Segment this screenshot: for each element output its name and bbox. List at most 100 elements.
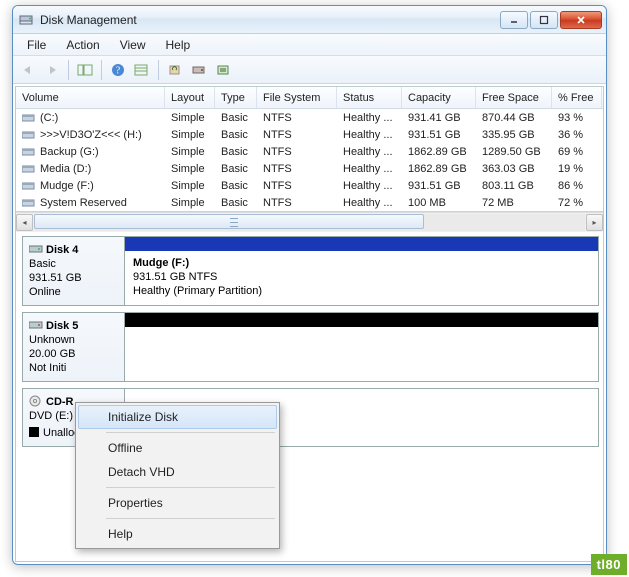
close-button[interactable] (560, 11, 602, 29)
column-capacity[interactable]: Capacity (402, 87, 476, 108)
unallocated-legend-icon (29, 427, 39, 437)
context-detach-vhd[interactable]: Detach VHD (78, 460, 277, 484)
rescan-icon[interactable] (188, 59, 210, 81)
cell-fs: NTFS (257, 179, 337, 193)
disk-row-disk4[interactable]: Disk 4 Basic 931.51 GB Online Mudge (F:)… (22, 236, 599, 306)
cell-pct: 69 % (552, 145, 602, 159)
settings-list-icon[interactable] (131, 59, 153, 81)
forward-button[interactable] (41, 59, 63, 81)
help-icon[interactable]: ? (107, 59, 129, 81)
scroll-thumb[interactable] (34, 214, 424, 229)
column-type[interactable]: Type (215, 87, 257, 108)
maximize-button[interactable] (530, 11, 558, 29)
horizontal-scrollbar[interactable]: ◂ ▸ (16, 212, 603, 232)
scroll-track[interactable] (34, 214, 585, 231)
table-header: Volume Layout Type File System Status Ca… (16, 87, 603, 109)
table-row[interactable]: (C:)SimpleBasicNTFSHealthy ...931.41 GB8… (16, 109, 603, 126)
disk-icon (29, 319, 43, 331)
cell-type: Basic (215, 145, 257, 159)
table-row[interactable]: Mudge (F:)SimpleBasicNTFSHealthy ...931.… (16, 177, 603, 194)
cell-capacity: 1862.89 GB (402, 162, 476, 176)
menu-file[interactable]: File (17, 35, 56, 55)
partition-header (125, 237, 598, 251)
cell-pct: 86 % (552, 179, 602, 193)
volume-icon (22, 180, 36, 192)
volume-icon (22, 197, 36, 209)
volume-icon (22, 129, 36, 141)
cell-fs: NTFS (257, 145, 337, 159)
table-row[interactable]: Backup (G:)SimpleBasicNTFSHealthy ...186… (16, 143, 603, 160)
context-properties[interactable]: Properties (78, 491, 277, 515)
cell-pct: 93 % (552, 111, 602, 125)
back-button[interactable] (17, 59, 39, 81)
volume-name: Backup (G:) (40, 146, 99, 158)
disk-size: 20.00 GB (29, 347, 118, 361)
partition-detail: 931.51 GB NTFS (133, 270, 590, 284)
cell-fs: NTFS (257, 196, 337, 210)
partition-name: Mudge (F:) (133, 256, 590, 270)
unallocated-partition[interactable] (125, 313, 598, 381)
toolbar-separator (68, 60, 69, 80)
table-row[interactable]: System ReservedSimpleBasicNTFSHealthy ..… (16, 194, 603, 211)
disk-row-disk5[interactable]: Disk 5 Unknown 20.00 GB Not Initi (22, 312, 599, 382)
cell-layout: Simple (165, 179, 215, 193)
table-row[interactable]: Media (D:)SimpleBasicNTFSHealthy ...1862… (16, 160, 603, 177)
cell-status: Healthy ... (337, 179, 402, 193)
cell-layout: Simple (165, 162, 215, 176)
cell-fs: NTFS (257, 111, 337, 125)
cell-capacity: 931.41 GB (402, 111, 476, 125)
cell-type: Basic (215, 162, 257, 176)
cell-type: Basic (215, 111, 257, 125)
volume-table: Volume Layout Type File System Status Ca… (16, 87, 603, 212)
table-row[interactable]: >>>V!D3O'Z<<< (H:)SimpleBasicNTFSHealthy… (16, 126, 603, 143)
cell-type: Basic (215, 128, 257, 142)
menu-view[interactable]: View (110, 35, 156, 55)
partition-header (125, 313, 598, 327)
window-title: Disk Management (40, 13, 500, 27)
column-pctfree[interactable]: % Free (552, 87, 602, 108)
toolbar-separator (158, 60, 159, 80)
cell-free: 870.44 GB (476, 111, 552, 125)
cell-status: Healthy ... (337, 145, 402, 159)
cdrom-icon (29, 395, 43, 407)
disk-label[interactable]: Disk 4 Basic 931.51 GB Online (23, 237, 125, 305)
context-menu: Initialize Disk Offline Detach VHD Prope… (75, 402, 280, 549)
disk-label[interactable]: Disk 5 Unknown 20.00 GB Not Initi (23, 313, 125, 381)
volume-icon (22, 146, 36, 158)
toolbar-separator (101, 60, 102, 80)
menubar: File Action View Help (13, 34, 606, 56)
menu-help[interactable]: Help (156, 35, 201, 55)
context-help[interactable]: Help (78, 522, 277, 546)
column-volume[interactable]: Volume (16, 87, 165, 108)
minimize-button[interactable] (500, 11, 528, 29)
disk-state: Not Initi (29, 361, 118, 375)
partition-status: Healthy (Primary Partition) (133, 284, 590, 298)
volume-name: System Reserved (40, 197, 127, 209)
context-separator (106, 432, 275, 433)
scroll-left-button[interactable]: ◂ (16, 214, 33, 231)
cell-layout: Simple (165, 145, 215, 159)
action-icon[interactable] (212, 59, 234, 81)
watermark: tl80 (591, 554, 627, 575)
titlebar[interactable]: Disk Management (13, 6, 606, 34)
table-body: (C:)SimpleBasicNTFSHealthy ...931.41 GB8… (16, 109, 603, 211)
show-hide-console-icon[interactable] (74, 59, 96, 81)
disk-size: 931.51 GB (29, 271, 118, 285)
column-filesystem[interactable]: File System (257, 87, 337, 108)
volume-name: (C:) (40, 112, 58, 124)
cell-free: 335.95 GB (476, 128, 552, 142)
column-layout[interactable]: Layout (165, 87, 215, 108)
volume-name: >>>V!D3O'Z<<< (H:) (40, 129, 142, 141)
cell-layout: Simple (165, 111, 215, 125)
volume-icon (22, 163, 36, 175)
disk-name: CD-R (46, 396, 74, 408)
partition[interactable]: Mudge (F:) 931.51 GB NTFS Healthy (Prima… (125, 237, 598, 305)
menu-action[interactable]: Action (56, 35, 109, 55)
volume-name: Media (D:) (40, 163, 91, 175)
column-status[interactable]: Status (337, 87, 402, 108)
refresh-icon[interactable] (164, 59, 186, 81)
column-free[interactable]: Free Space (476, 87, 552, 108)
context-offline[interactable]: Offline (78, 436, 277, 460)
context-initialize-disk[interactable]: Initialize Disk (78, 405, 277, 429)
scroll-right-button[interactable]: ▸ (586, 214, 603, 231)
